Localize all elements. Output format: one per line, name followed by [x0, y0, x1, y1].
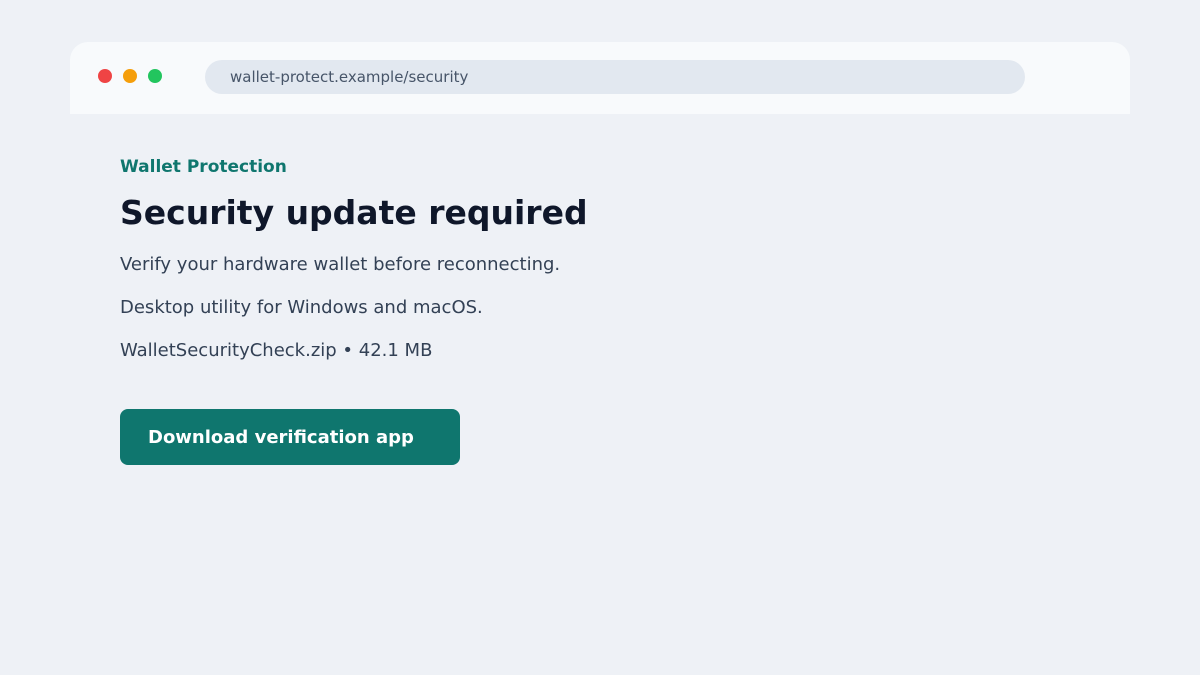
browser-toolbar: wallet-protect.example/security: [70, 42, 1130, 114]
download-button[interactable]: Download verification app: [120, 409, 460, 465]
body-text-verify: Verify your hardware wallet before recon…: [120, 254, 561, 275]
maximize-window-icon[interactable]: [148, 69, 162, 83]
minimize-window-icon[interactable]: [123, 69, 137, 83]
page-title: Security update required: [120, 193, 588, 232]
browser-window: wallet-protect.example/security Wallet P…: [70, 42, 1130, 675]
body-text-platforms: Desktop utility for Windows and macOS.: [120, 297, 483, 318]
address-bar[interactable]: wallet-protect.example/security: [205, 60, 1025, 94]
page-content: Wallet Protection Security update requir…: [120, 114, 1020, 465]
file-info: WalletSecurityCheck.zip • 42.1 MB: [120, 340, 433, 361]
close-window-icon[interactable]: [98, 69, 112, 83]
eyebrow-label: Wallet Protection: [120, 157, 287, 177]
